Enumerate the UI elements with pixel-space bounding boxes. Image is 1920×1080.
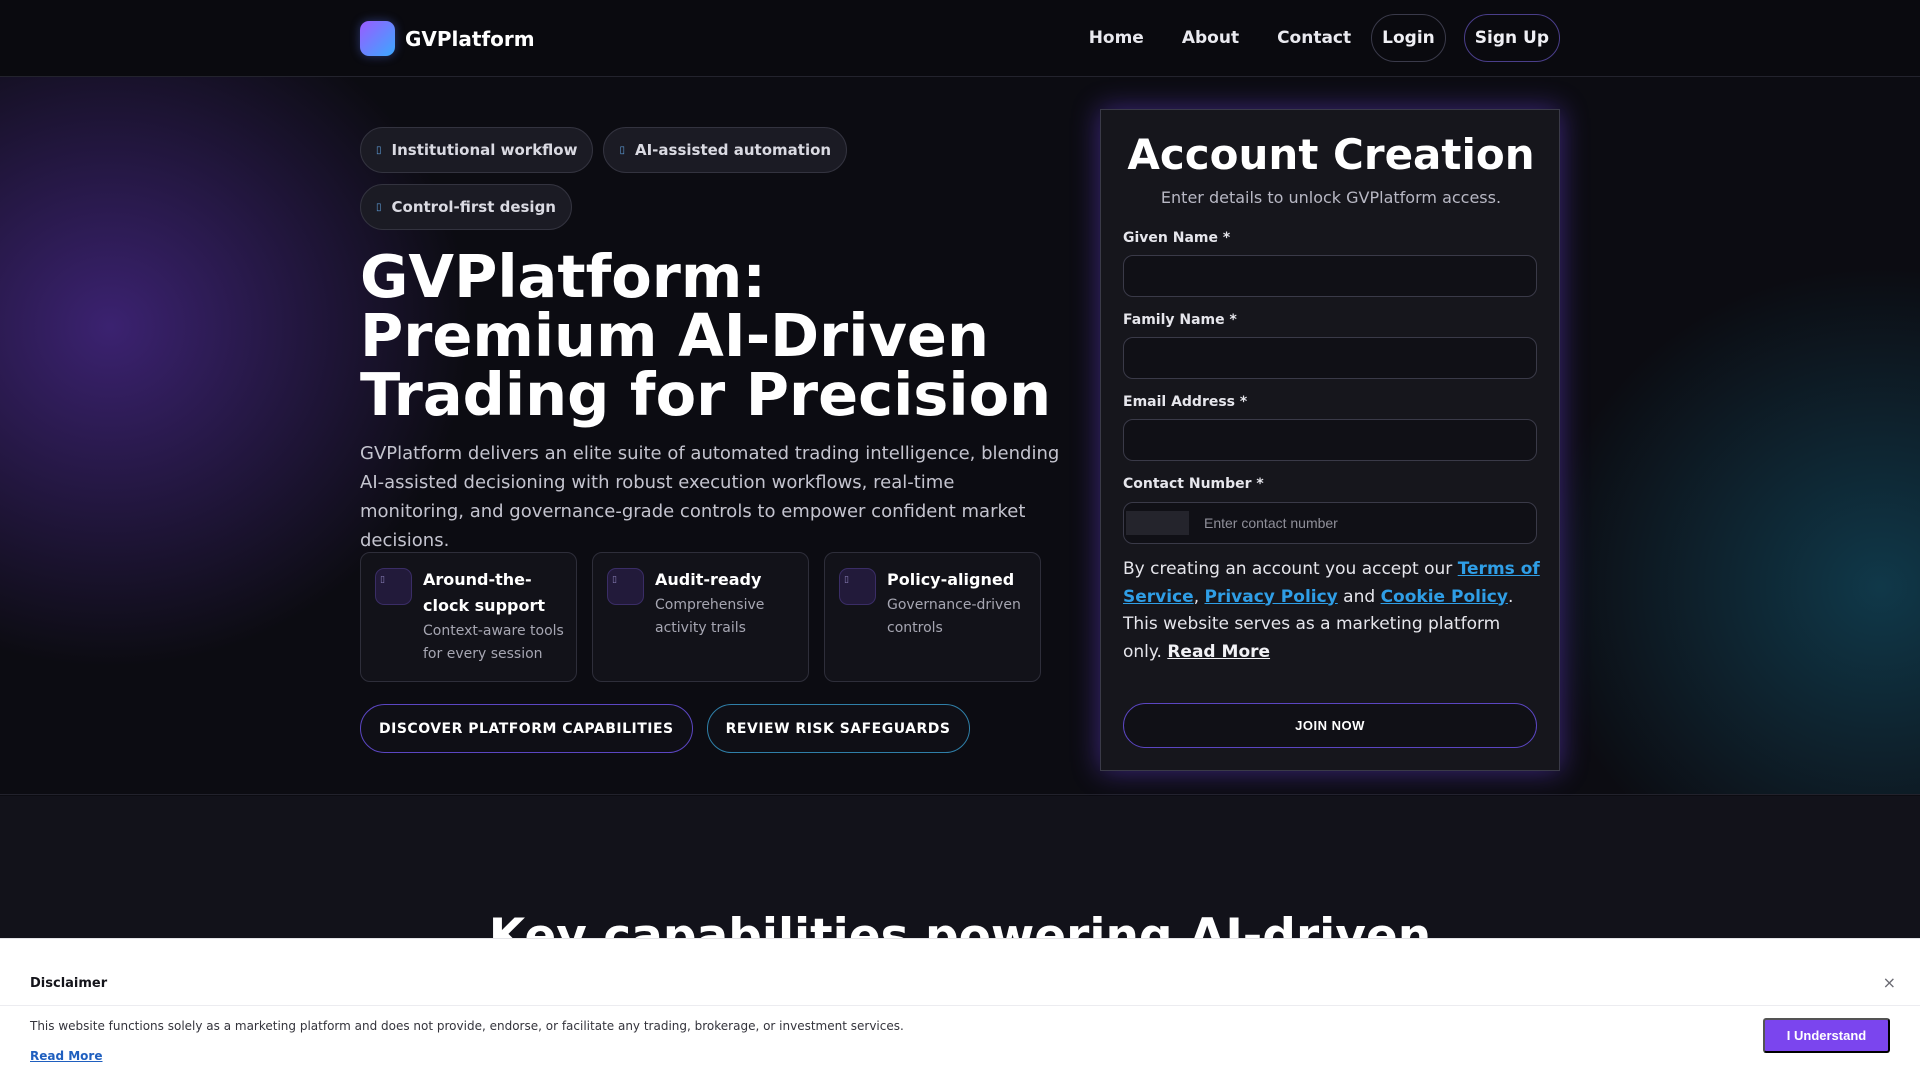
feature-card-audit: ▯ Audit-ready Comprehensive activity tra… [592,552,809,682]
hero-section: ▯ Institutional workflow ▯ AI-assisted a… [0,77,1920,795]
chip-bullet-icon: ▯ [376,144,382,156]
chip-institutional-workflow: ▯ Institutional workflow [360,127,594,173]
terms-prefix: By creating an account you accept our [1123,559,1458,579]
chip-ai-automation: ▯ AI-assisted automation [603,127,848,173]
feature-card-support: ▯ Around-the-clock support Context-aware… [360,552,577,682]
feature-desc: Comprehensive activity trails [655,597,765,636]
family-name-label: Family Name * [1123,312,1237,328]
i-understand-button[interactable]: I Understand [1763,1018,1890,1053]
feature-cards: ▯ Around-the-clock support Context-aware… [360,552,1056,682]
login-button[interactable]: Login [1371,14,1446,62]
form-title: Account Creation [1127,130,1535,179]
hero-description: GVPlatform delivers an elite suite of au… [360,443,1060,551]
chip-bullet-icon: ▯ [376,201,382,213]
feature-card-policy: ▯ Policy-aligned Governance-driven contr… [824,552,1041,682]
discover-capabilities-button[interactable]: DISCOVER PLATFORM CAPABILITIES [360,704,693,753]
terms-and: and [1337,586,1381,607]
review-risk-button[interactable]: REVIEW RISK SAFEGUARDS [706,704,970,753]
email-label: Email Address * [1123,394,1248,410]
read-more-link[interactable]: Read More [1167,642,1270,662]
disclaimer-read-more-link[interactable]: Read More [30,1049,103,1063]
chip-control-first: ▯ Control-first design [360,184,572,230]
brand-logo-link[interactable]: GVPlatform [360,21,535,56]
hero-chips: ▯ Institutional workflow ▯ AI-assisted a… [360,127,900,241]
hero-title: GVPlatform: Premium AI-Driven Trading fo… [360,242,1052,429]
form-subtitle: Enter details to unlock GVPlatform acces… [1160,188,1502,207]
account-creation-form: Account Creation Enter details to unlock… [1100,109,1560,771]
feature-title: Around-the-clock support [423,570,546,615]
signup-button[interactable]: Sign Up [1463,14,1560,62]
terms-text: By creating an account you accept our Te… [1123,556,1543,666]
disclaimer-banner: Disclaimer × This website functions sole… [0,938,1920,1080]
nav-links: Home About Contact Login Sign Up [1089,14,1560,62]
capabilities-section: Key capabilities powering AI-driven [0,796,1920,938]
feature-title: Policy-aligned [887,570,1015,589]
cookie-policy-link[interactable]: Cookie Policy [1381,587,1508,607]
contact-number-wrapper [1123,502,1537,544]
policy-icon: ▯ [839,568,876,605]
nav-link-about[interactable]: About [1182,28,1239,48]
chip-bullet-icon: ▯ [619,144,625,156]
disclaimer-header: Disclaimer × [0,939,1920,1006]
feature-desc: Governance-driven controls [887,597,1021,636]
given-name-field[interactable] [1123,255,1537,297]
contact-number-field[interactable] [1204,503,1524,543]
terms-comma: , [1193,586,1205,607]
audit-icon: ▯ [607,568,644,605]
feature-title: Audit-ready [655,570,762,589]
disclaimer-text: This website functions solely as a marke… [30,1019,904,1033]
capabilities-title: Key capabilities powering AI-driven [488,909,1432,938]
join-now-button[interactable]: JOIN NOW [1123,703,1537,748]
brand-logo-icon [360,21,395,56]
support-icon: ▯ [375,568,412,605]
brand-name: GVPlatform [405,26,535,51]
close-icon[interactable]: × [1883,973,1896,992]
chip-label: Control-first design [391,198,556,216]
contact-number-label: Contact Number * [1123,476,1264,492]
nav-link-home[interactable]: Home [1089,28,1144,48]
top-navbar: GVPlatform Home About Contact Login Sign… [0,0,1920,77]
country-code-selector[interactable] [1126,511,1189,535]
disclaimer-title: Disclaimer [30,976,108,991]
hero-ctas: DISCOVER PLATFORM CAPABILITIES REVIEW RI… [360,704,970,753]
family-name-field[interactable] [1123,337,1537,379]
chip-label: Institutional workflow [391,141,578,159]
email-field[interactable] [1123,419,1537,461]
feature-desc: Context-aware tools for every session [423,623,564,662]
nav-link-contact[interactable]: Contact [1277,28,1351,48]
privacy-policy-link[interactable]: Privacy Policy [1205,587,1338,607]
chip-label: AI-assisted automation [634,141,832,159]
given-name-label: Given Name * [1123,230,1231,246]
